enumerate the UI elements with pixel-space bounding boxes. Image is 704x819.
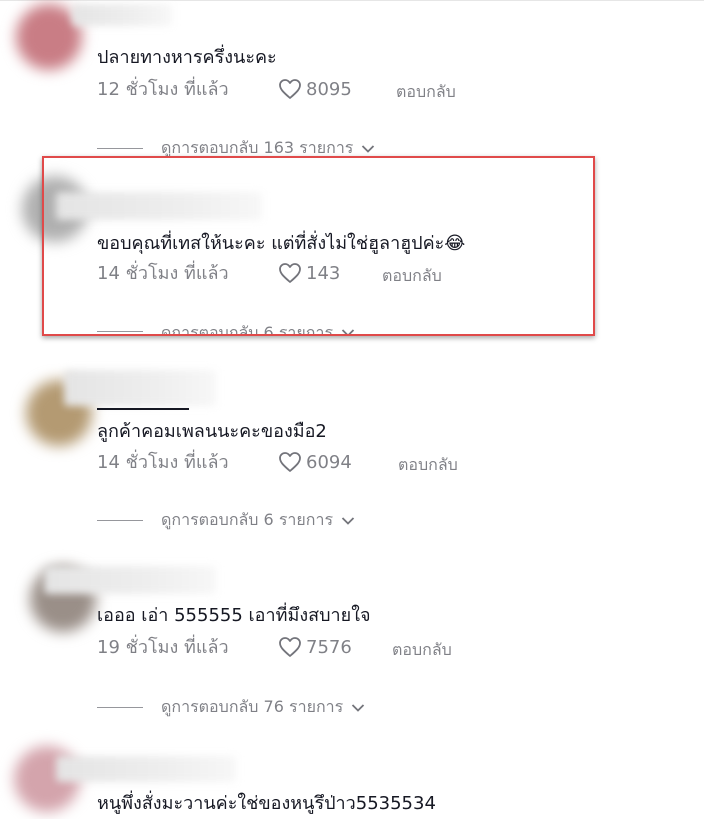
chevron-down-icon bbox=[352, 703, 365, 712]
like-count: 7576 bbox=[306, 636, 352, 658]
username-underline bbox=[97, 408, 189, 410]
comment-time: 14 ชั่วโมง ที่แล้ว bbox=[97, 452, 229, 473]
comment-time: 19 ชั่วโมง ที่แล้ว bbox=[97, 637, 229, 658]
view-replies-button[interactable]: ดูการตอบกลับ 76 รายการ bbox=[97, 695, 365, 720]
username-redacted bbox=[64, 370, 216, 406]
view-replies-label: ดูการตอบกลับ 163 รายการ bbox=[161, 138, 354, 157]
like-count: 6094 bbox=[306, 451, 352, 473]
like-button[interactable]: 8095 bbox=[278, 78, 352, 100]
comment-text: ขอบคุณที่เทสให้นะคะ แต่ที่สั่งไม่ใช่ฮูลา… bbox=[97, 233, 466, 254]
username-redacted bbox=[72, 4, 172, 26]
username-redacted bbox=[56, 756, 236, 782]
chevron-down-icon bbox=[341, 329, 355, 336]
heart-outline-icon bbox=[279, 637, 301, 657]
username-redacted bbox=[44, 566, 216, 594]
view-replies-label: ดูการตอบกลับ 76 รายการ bbox=[161, 697, 344, 716]
heart-outline-icon bbox=[279, 452, 301, 472]
view-replies-button[interactable]: ดูการตอบกลับ 6 รายการ bbox=[97, 508, 355, 533]
comment-text: ปลายทางหารครึ่งนะคะ bbox=[97, 47, 277, 68]
heart-outline-icon bbox=[279, 263, 301, 283]
reply-button[interactable]: ตอบกลับ bbox=[398, 453, 458, 478]
comment-time: 12 ชั่วโมง ที่แล้ว bbox=[97, 79, 229, 100]
username-redacted bbox=[56, 192, 262, 220]
like-count: 8095 bbox=[306, 78, 352, 100]
like-button[interactable]: 7576 bbox=[278, 636, 352, 658]
reply-button[interactable]: ตอบกลับ bbox=[382, 264, 442, 289]
comment-text: เอออ เอ่า 555555 เอาที่มึงสบายใจ bbox=[97, 605, 371, 626]
comment-time: 14 ชั่วโมง ที่แล้ว bbox=[97, 263, 229, 284]
view-replies-label: ดูการตอบกลับ 6 รายการ bbox=[161, 510, 334, 529]
divider-line bbox=[97, 331, 143, 332]
reply-button[interactable]: ตอบกลับ bbox=[392, 638, 452, 663]
comment-text: หนูพึ่งสั่งมะวานค่ะใช่ของหนูรึป่าว553553… bbox=[97, 793, 436, 814]
like-button[interactable]: 143 bbox=[278, 262, 340, 284]
divider-line bbox=[97, 707, 143, 708]
view-replies-button[interactable]: ดูการตอบกลับ 163 รายการ bbox=[97, 136, 375, 161]
chevron-down-icon bbox=[362, 144, 375, 153]
divider-line bbox=[97, 520, 143, 521]
view-replies-label: ดูการตอบกลับ 6 รายการ bbox=[161, 323, 334, 336]
divider-line bbox=[97, 148, 143, 149]
like-button[interactable]: 6094 bbox=[278, 451, 352, 473]
reply-button[interactable]: ตอบกลับ bbox=[396, 80, 456, 105]
top-divider bbox=[0, 0, 704, 1]
comment-text: ลูกค้าคอมเพลนนะคะของมือ2 bbox=[97, 421, 327, 442]
heart-outline-icon bbox=[279, 79, 301, 99]
like-count: 143 bbox=[306, 262, 341, 284]
view-replies-button[interactable]: ดูการตอบกลับ 6 รายการ bbox=[97, 322, 355, 336]
chevron-down-icon bbox=[341, 516, 355, 525]
